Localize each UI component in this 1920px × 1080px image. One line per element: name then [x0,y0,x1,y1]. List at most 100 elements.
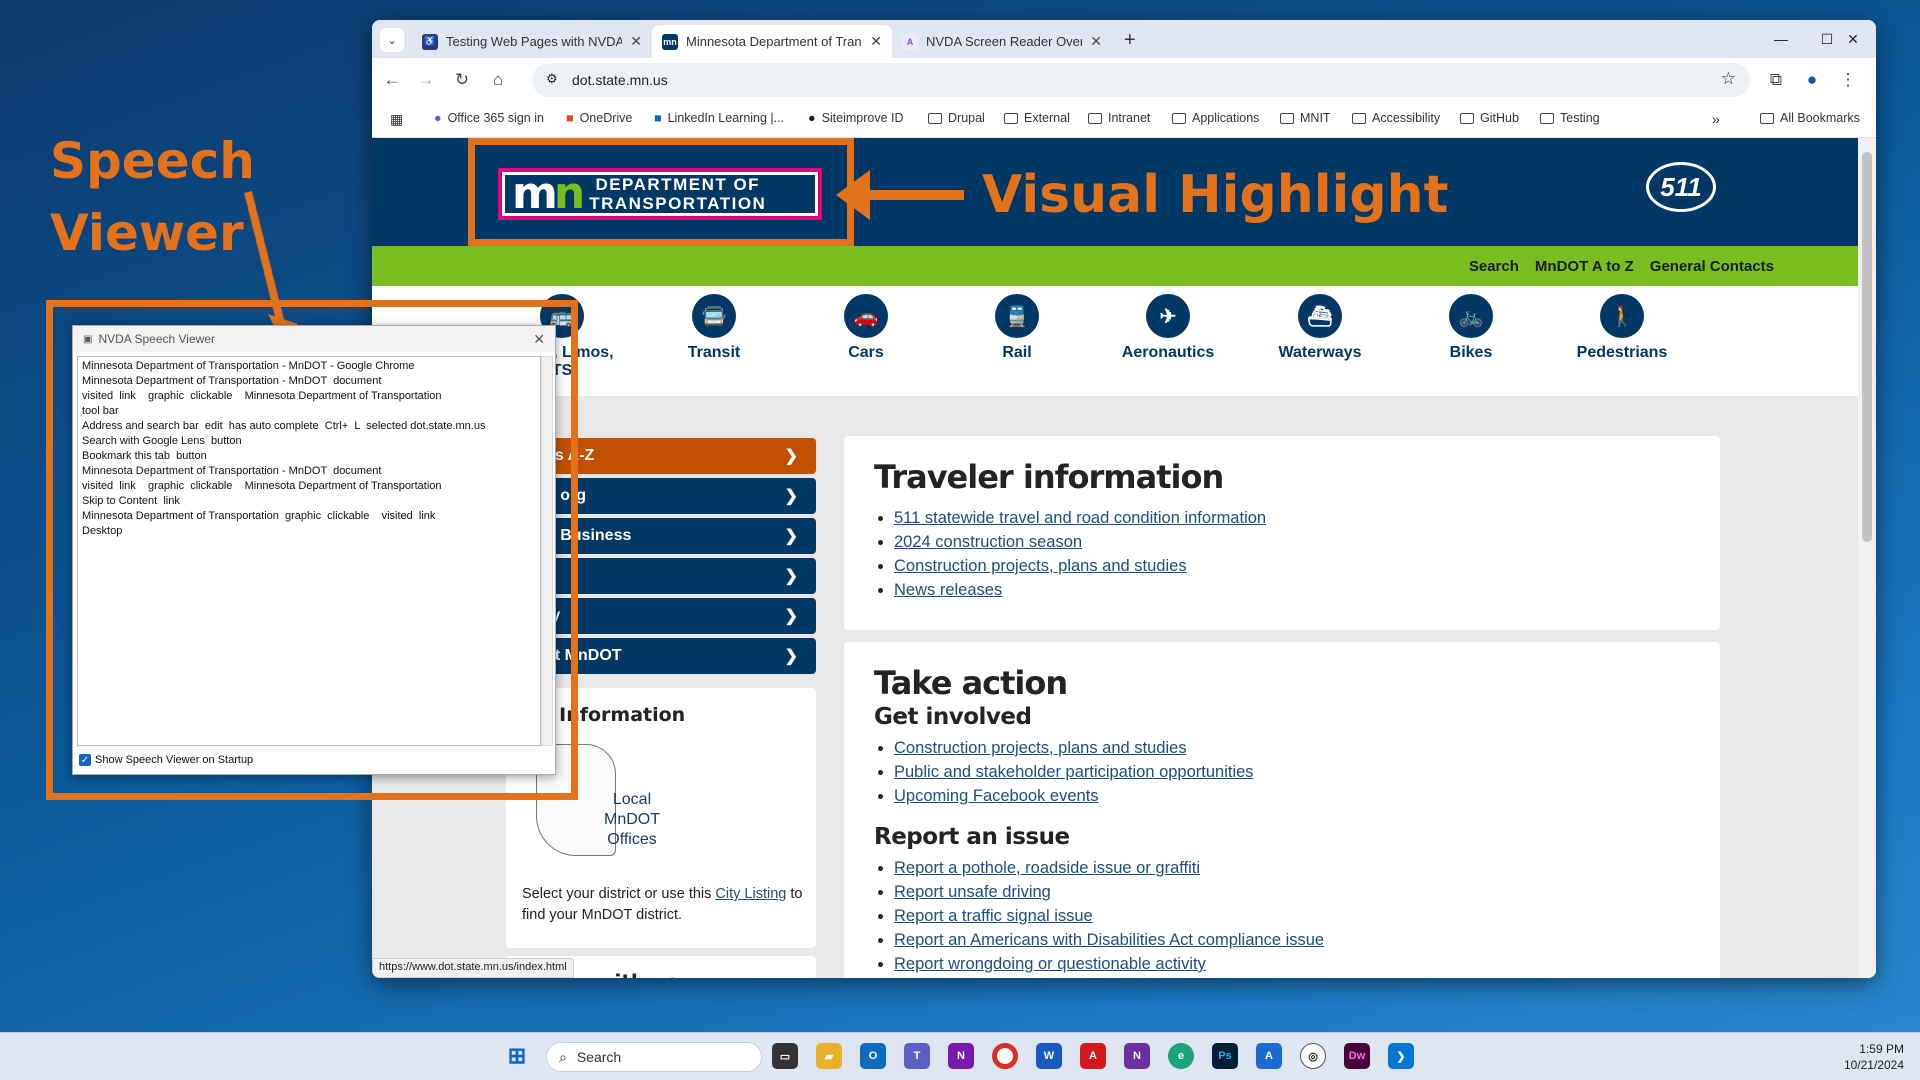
page-scrollbar[interactable] [1858,138,1876,978]
home-button[interactable]: ⌂ [484,66,512,94]
folder-icon [1172,112,1186,124]
bookmark-folder-intranet[interactable]: Intranet [1088,111,1150,125]
bookmark-folder-external[interactable]: External [1004,111,1070,125]
tab-title: Minnesota Department of Trans [686,34,863,49]
speech-log[interactable]: Minnesota Department of Transportation -… [77,356,541,746]
close-icon[interactable]: ✕ [1090,33,1102,50]
folder-icon [1088,112,1102,124]
speech-line: Minnesota Department of Transportation -… [82,360,415,372]
bookmark-folder-github[interactable]: GitHub [1460,111,1519,125]
top-links-bar: Search MnDOT A to Z General Contacts [372,246,1858,286]
speech-log-scrollbar[interactable] [541,356,553,746]
new-tab-button[interactable]: + [1124,29,1136,52]
menu-icon[interactable]: ⋮ [1834,66,1862,94]
link-participation[interactable]: Public and stakeholder participation opp… [894,763,1254,781]
extensions-icon[interactable]: ⧉ [1762,66,1790,94]
speech-viewer-annotation: Speech Viewer [50,132,255,262]
folder-icon [1540,112,1554,124]
close-icon[interactable]: ✕ [630,33,642,50]
tab-nvda-overview[interactable]: A NVDA Screen Reader Overview ✕ [892,25,1112,58]
profile-avatar[interactable]: ● [1798,66,1826,94]
vscode-icon[interactable]: ❯ [1388,1043,1414,1069]
link-news-releases[interactable]: News releases [894,581,1002,599]
link-facebook-events[interactable]: Upcoming Facebook events [894,787,1099,805]
bookmark-folder-mnit[interactable]: MNIT [1280,111,1331,125]
a-to-z-link[interactable]: MnDOT A to Z [1535,258,1634,275]
edge-icon[interactable]: e [1168,1043,1194,1069]
close-icon[interactable]: ✕ [870,33,882,50]
acrobat-icon[interactable]: A [1080,1043,1106,1069]
bookmark-folder-testing[interactable]: Testing [1540,111,1600,125]
search-link[interactable]: Search [1469,258,1519,275]
system-clock[interactable]: 1:59 PM 10/21/2024 [1844,1041,1904,1073]
link-wrongdoing[interactable]: Report wrongdoing or questionable activi… [894,955,1206,973]
all-bookmarks[interactable]: All Bookmarks [1760,111,1860,125]
scrollbar-thumb[interactable] [1862,152,1872,542]
folder-icon [1760,112,1774,124]
bookmark-office365[interactable]: ● Office 365 sign in [434,111,544,125]
minimize-button[interactable]: — [1758,20,1804,58]
bookmark-siteimprove[interactable]: ● Siteimprove ID [808,111,904,125]
photoshop-icon[interactable]: Ps [1212,1043,1238,1069]
mode-bikes[interactable]: 🚲 Bikes [1401,294,1541,362]
mode-cars[interactable]: 🚗 Cars [796,294,936,362]
link-construction-projects[interactable]: Construction projects, plans and studies [894,557,1187,575]
folder-icon [1352,112,1366,124]
mode-aeronautics[interactable]: ✈ Aeronautics [1098,294,1238,362]
startup-checkbox-row[interactable]: ✓ Show Speech Viewer on Startup [79,754,253,766]
outlook-icon[interactable]: O [860,1043,886,1069]
mode-waterways[interactable]: ⛴ Waterways [1250,294,1390,362]
general-contacts-link[interactable]: General Contacts [1650,258,1774,275]
speech-line: Bookmark this tab button [82,450,207,462]
link-pothole[interactable]: Report a pothole, roadside issue or graf… [894,859,1200,877]
windows-start-icon[interactable]: ⊞ [504,1043,530,1069]
take-action-title: Take action [874,664,1068,702]
rail-icon: 🚆 [995,294,1039,338]
tab-testing-nvda[interactable]: ♿ Testing Web Pages with NVDA ✕ [412,25,652,58]
bookmark-star-icon[interactable]: ☆ [1721,69,1736,89]
apps-icon[interactable]: ▦ [390,111,403,128]
dreamweaver-icon[interactable]: Dw [1344,1043,1370,1069]
tab-search-button[interactable]: ⌄ [380,28,404,52]
back-button[interactable]: ← [378,66,406,94]
bookmark-folder-accessibility[interactable]: Accessibility [1352,111,1440,125]
reload-button[interactable]: ↻ [448,66,476,94]
bookmark-linkedin[interactable]: ■ LinkedIn Learning |... [654,111,784,125]
task-view-icon[interactable]: ▭ [772,1043,798,1069]
bookmark-onedrive[interactable]: ■ OneDrive [566,111,632,125]
speech-line: visited link graphic clickable Minnesota… [82,390,442,402]
openai-icon[interactable]: ◎ [1300,1043,1326,1069]
bookmark-folder-drupal[interactable]: Drupal [928,111,985,125]
nvda-icon[interactable]: N [1124,1043,1150,1069]
word-icon[interactable]: W [1036,1043,1062,1069]
address-text: dot.state.mn.us [572,72,668,88]
bookmark-folder-applications[interactable]: Applications [1172,111,1259,125]
speech-line: visited link graphic clickable Minnesota… [82,480,442,492]
taskbar-search[interactable]: ⌕ Search [546,1042,762,1072]
link-projects[interactable]: Construction projects, plans and studies [894,739,1187,757]
link-unsafe-driving[interactable]: Report unsafe driving [894,883,1051,901]
teams-icon[interactable]: T [904,1043,930,1069]
tab-mndot[interactable]: mn Minnesota Department of Trans ✕ [652,25,892,58]
close-window-button[interactable]: ✕ [1830,20,1876,58]
link-traffic-signal[interactable]: Report a traffic signal issue [894,907,1093,925]
city-listing-link[interactable]: City Listing [715,886,786,902]
forward-button[interactable]: → [412,66,440,94]
bookmarks-overflow-icon[interactable]: » [1712,111,1720,127]
close-icon[interactable]: ✕ [533,331,545,348]
mode-transit[interactable]: 🚍 Transit [644,294,784,362]
chrome-icon[interactable]: ● [992,1043,1018,1069]
accessibility-insights-icon[interactable]: A [1256,1043,1282,1069]
511-icon[interactable]: 511 [1646,162,1716,212]
link-511[interactable]: 511 statewide travel and road condition … [894,509,1266,527]
file-explorer-icon[interactable]: ▰ [816,1043,842,1069]
mode-rail[interactable]: 🚆 Rail [947,294,1087,362]
startup-checkbox[interactable]: ✓ [79,754,91,766]
address-bar[interactable]: ⚙ dot.state.mn.us ☆ [532,63,1750,97]
onenote-icon[interactable]: N [948,1043,974,1069]
link-ada[interactable]: Report an Americans with Disabilities Ac… [894,931,1324,949]
window-icon: ▣ [83,333,93,345]
link-construction-season[interactable]: 2024 construction season [894,533,1082,551]
mode-pedestrians[interactable]: 🚶 Pedestrians [1552,294,1692,362]
site-info-icon[interactable]: ⚙ [546,71,558,87]
